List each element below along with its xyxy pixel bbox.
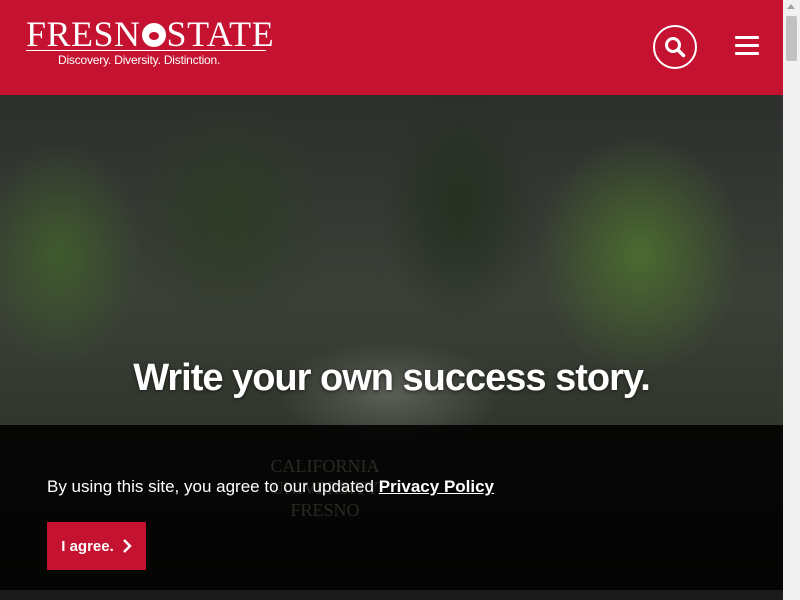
hamburger-menu-icon[interactable]: [735, 36, 759, 58]
vertical-scrollbar[interactable]: [783, 0, 800, 600]
privacy-policy-link[interactable]: Privacy Policy: [379, 477, 494, 496]
chevron-right-icon: [122, 539, 132, 553]
scroll-up-arrow-icon[interactable]: [787, 4, 795, 9]
menu-bar: [735, 36, 759, 39]
menu-bar: [735, 44, 759, 47]
search-icon: [665, 37, 686, 58]
agree-button[interactable]: I agree.: [47, 522, 146, 570]
page-bottom-strip: [0, 590, 783, 600]
menu-bar: [735, 52, 759, 55]
search-button[interactable]: [653, 25, 697, 69]
paw-icon: [141, 22, 166, 47]
fresno-state-logo[interactable]: FRESN STATE Discovery. Diversity. Distinc…: [26, 12, 274, 70]
cookie-message-text: By using this site, you agree to our upd…: [47, 477, 374, 496]
hero-headline: Write your own success story.: [133, 357, 651, 399]
logo-text-right: STATE: [166, 14, 275, 54]
cookie-consent-banner: CALIFORNIA UNIVERSITY FRESNO By using th…: [0, 425, 783, 590]
site-header: FRESN STATE Discovery. Diversity. Distinc…: [0, 0, 783, 95]
sign-line: FRESNO: [290, 500, 360, 520]
scrollbar-thumb[interactable]: [786, 16, 797, 61]
agree-button-label: I agree.: [61, 537, 114, 555]
logo-divider: [26, 50, 266, 51]
logo-tagline: Discovery. Diversity. Distinction.: [58, 53, 221, 67]
cookie-message: By using this site, you agree to our upd…: [47, 477, 494, 497]
logo-text-left: FRESN: [26, 14, 141, 54]
sign-line: CALIFORNIA: [270, 456, 380, 476]
